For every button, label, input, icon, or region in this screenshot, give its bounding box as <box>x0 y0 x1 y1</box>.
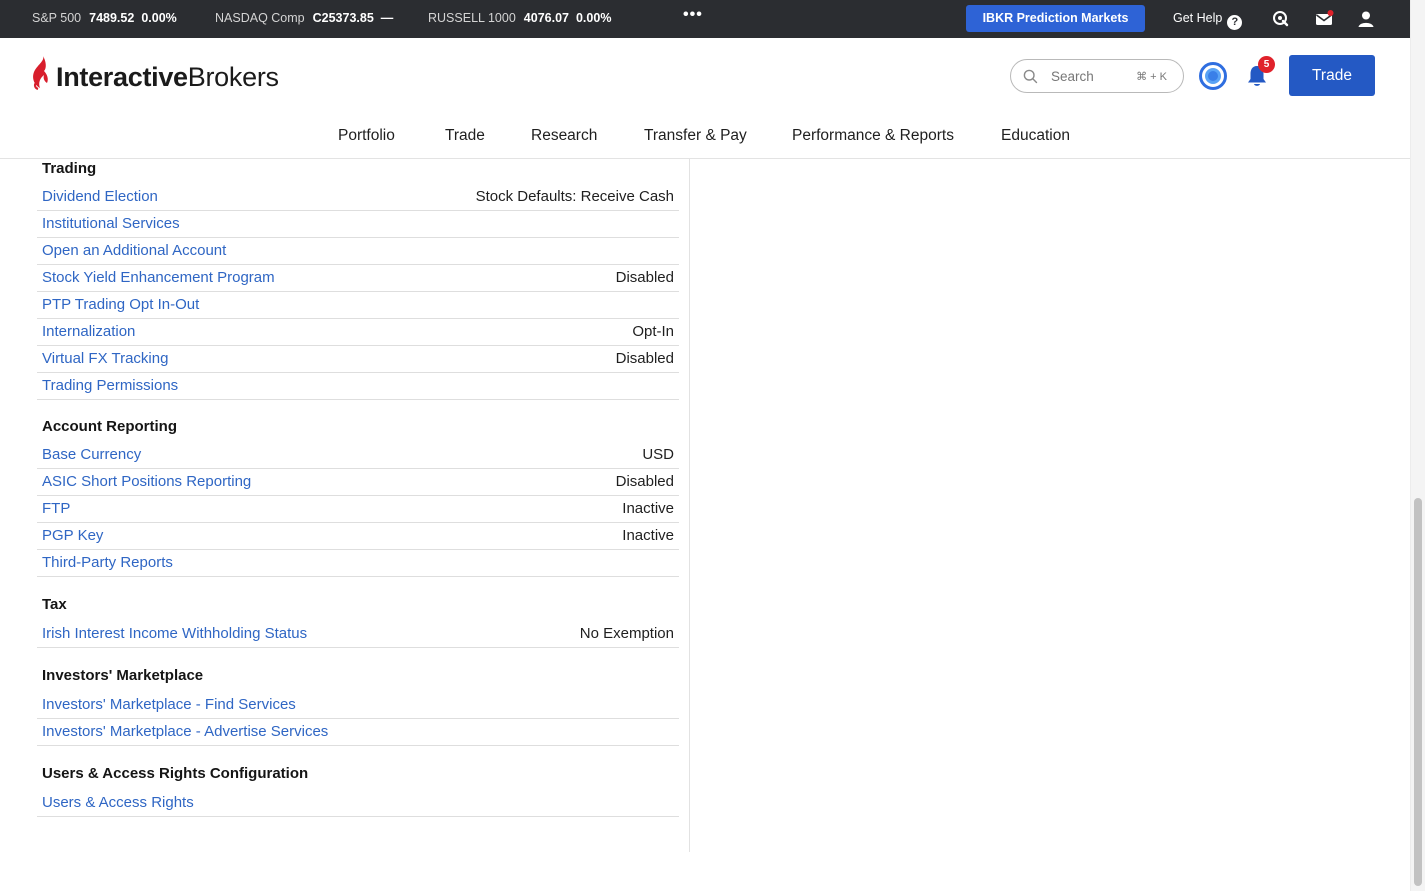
settings-row-virtual-fx-tracking: Virtual FX Tracking Disabled <box>37 346 679 373</box>
section-title-trading: Trading <box>42 160 97 177</box>
get-help-button[interactable]: Get Help? <box>1173 11 1243 30</box>
settings-row-dividend-election: Dividend Election Stock Defaults: Receiv… <box>37 184 679 211</box>
settings-row-ftp: FTP Inactive <box>37 496 679 523</box>
pgp-key-value: Inactive <box>622 527 674 544</box>
irish-interest-withholding-link[interactable]: Irish Interest Income Withholding Status <box>42 625 307 642</box>
section-title-investors-marketplace: Investors' Marketplace <box>42 667 204 684</box>
marketplace-advertise-services-link[interactable]: Investors' Marketplace - Advertise Servi… <box>42 723 328 740</box>
ib-flame-logo-icon <box>33 56 48 90</box>
ftp-link[interactable]: FTP <box>42 500 70 517</box>
nav-performance-reports[interactable]: Performance & Reports <box>792 127 954 145</box>
trade-button[interactable]: Trade <box>1289 55 1375 96</box>
users-access-rights-link[interactable]: Users & Access Rights <box>42 794 194 811</box>
ticker-name: S&P 500 <box>32 11 82 25</box>
settings-row-internalization: Internalization Opt-In <box>37 319 679 346</box>
logo-wordmark: InteractiveBrokers <box>56 62 279 93</box>
ptp-trading-opt-link[interactable]: PTP Trading Opt In-Out <box>42 296 199 313</box>
ticker-change: 0.00% <box>141 11 177 25</box>
logo-bold-text: Interactive <box>56 62 188 92</box>
settings-row-institutional-services: Institutional Services <box>37 211 679 238</box>
search-icon <box>1023 69 1038 84</box>
dividend-election-value: Stock Defaults: Receive Cash <box>475 188 674 205</box>
internalization-value: Opt-In <box>632 323 674 340</box>
institutional-services-link[interactable]: Institutional Services <box>42 215 180 232</box>
help-icon: ? <box>1227 15 1243 30</box>
page-scrollbar[interactable] <box>1410 0 1425 891</box>
base-currency-link[interactable]: Base Currency <box>42 446 141 463</box>
settings-row-trading-permissions: Trading Permissions <box>37 373 679 400</box>
dividend-election-link[interactable]: Dividend Election <box>42 188 158 205</box>
chat-icon[interactable] <box>1271 9 1291 29</box>
settings-row-ptp-trading-opt: PTP Trading Opt In-Out <box>37 292 679 319</box>
ticker-russell[interactable]: RUSSELL 1000 4076.07 0.00% <box>428 11 611 25</box>
base-currency-value: USD <box>642 446 674 463</box>
prediction-markets-button[interactable]: IBKR Prediction Markets <box>966 5 1145 32</box>
ticker-name: NASDAQ Comp <box>215 11 305 25</box>
settings-row-asic-short-positions: ASIC Short Positions Reporting Disabled <box>37 469 679 496</box>
ticker-nasdaq[interactable]: NASDAQ Comp C25373.85 — <box>215 11 393 25</box>
open-additional-account-link[interactable]: Open an Additional Account <box>42 242 226 259</box>
site-header: InteractiveBrokers Search ⌘ + K 5 Trade … <box>0 38 1410 159</box>
nav-research[interactable]: Research <box>531 127 597 145</box>
stock-yield-enhancement-value: Disabled <box>615 269 674 286</box>
marketplace-find-services-link[interactable]: Investors' Marketplace - Find Services <box>42 696 296 713</box>
search-placeholder: Search <box>1051 69 1094 84</box>
settings-content: Trading Dividend Election Stock Defaults… <box>0 159 1410 891</box>
asic-short-positions-link[interactable]: ASIC Short Positions Reporting <box>42 473 251 490</box>
more-tickers-button[interactable]: ••• <box>683 6 703 24</box>
ftp-value: Inactive <box>622 500 674 517</box>
virtual-fx-tracking-value: Disabled <box>615 350 674 367</box>
search-input[interactable]: Search ⌘ + K <box>1010 59 1184 93</box>
section-title-account-reporting: Account Reporting <box>42 418 177 435</box>
settings-row-stock-yield-enhancement: Stock Yield Enhancement Program Disabled <box>37 265 679 292</box>
pgp-key-link[interactable]: PGP Key <box>42 527 103 544</box>
market-ticker-bar: S&P 500 7489.52 0.00% NASDAQ Comp C25373.85… <box>0 0 1425 38</box>
section-title-tax: Tax <box>42 596 67 613</box>
ticker-sp500[interactable]: S&P 500 7489.52 0.00% <box>32 11 177 25</box>
irish-interest-withholding-value: No Exemption <box>579 625 674 642</box>
settings-row-marketplace-advertise: Investors' Marketplace - Advertise Servi… <box>37 719 679 746</box>
scrollbar-thumb[interactable] <box>1414 498 1422 886</box>
main-navigation: Portfolio Trade Research Transfer & Pay … <box>0 125 1410 149</box>
ibkr-assistant-icon[interactable] <box>1198 61 1228 91</box>
settings-row-base-currency: Base Currency USD <box>37 442 679 469</box>
settings-row-third-party-reports: Third-Party Reports <box>37 550 679 577</box>
settings-row-open-additional-account: Open an Additional Account <box>37 238 679 265</box>
ticker-name: RUSSELL 1000 <box>428 11 516 25</box>
ticker-change: 0.00% <box>575 11 612 25</box>
trading-permissions-link[interactable]: Trading Permissions <box>42 377 178 394</box>
column-divider <box>689 159 690 852</box>
third-party-reports-link[interactable]: Third-Party Reports <box>42 554 173 571</box>
nav-portfolio[interactable]: Portfolio <box>338 127 395 145</box>
internalization-link[interactable]: Internalization <box>42 323 135 340</box>
settings-row-pgp-key: PGP Key Inactive <box>37 523 679 550</box>
ticker-change: — <box>380 11 394 25</box>
settings-row-marketplace-find: Investors' Marketplace - Find Services <box>37 692 679 719</box>
logo-regular-text: Brokers <box>187 62 279 92</box>
virtual-fx-tracking-link[interactable]: Virtual FX Tracking <box>42 350 168 367</box>
asic-short-positions-value: Disabled <box>615 473 674 490</box>
ticker-value: 7489.52 <box>89 11 135 25</box>
ticker-value: C25373.85 <box>312 11 374 25</box>
nav-education[interactable]: Education <box>1001 127 1070 145</box>
nav-transfer-pay[interactable]: Transfer & Pay <box>644 127 747 145</box>
stock-yield-enhancement-link[interactable]: Stock Yield Enhancement Program <box>42 269 275 286</box>
mail-icon[interactable] <box>1314 9 1334 29</box>
section-title-users-access-rights: Users & Access Rights Configuration <box>42 765 309 782</box>
user-account-icon[interactable] <box>1356 9 1376 29</box>
get-help-label: Get Help <box>1173 11 1223 25</box>
nav-trade[interactable]: Trade <box>445 127 485 145</box>
notification-count-badge: 5 <box>1258 56 1275 73</box>
search-shortcut: ⌘ + K <box>1136 71 1167 83</box>
ticker-value: 4076.07 <box>523 11 569 25</box>
settings-row-users-access-rights: Users & Access Rights <box>37 790 679 817</box>
settings-row-irish-interest-withholding: Irish Interest Income Withholding Status… <box>37 621 679 648</box>
